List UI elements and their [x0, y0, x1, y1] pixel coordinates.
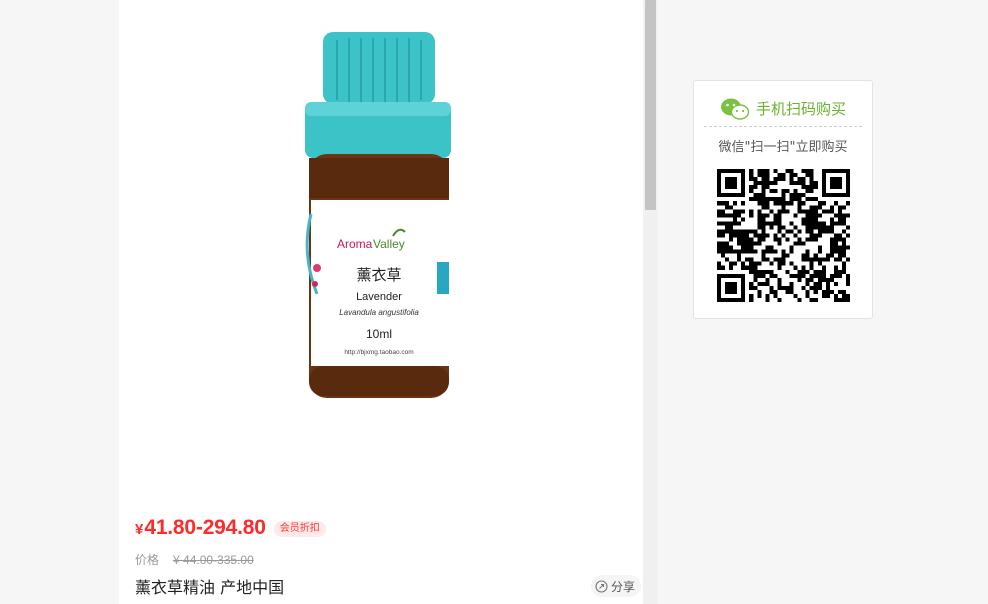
product-panel: Aroma Valley 薰衣草 Lavender Lavandula angu… — [119, 0, 643, 604]
wechat-icon — [720, 98, 750, 120]
member-discount-badge: 会员折扣 — [273, 521, 326, 537]
price-currency: ¥ — [135, 521, 144, 538]
original-price-label: 价格 — [135, 553, 160, 567]
product-image[interactable]: Aroma Valley 薰衣草 Lavender Lavandula angu… — [289, 28, 469, 408]
bottle-name-cn: 薰衣草 — [356, 266, 401, 284]
original-price-value: ¥ 44.00-335.00 — [173, 552, 254, 567]
scrollbar[interactable] — [643, 0, 658, 604]
share-label: 分享 — [611, 579, 636, 594]
scrollbar-thumb[interactable] — [645, 0, 656, 210]
price-value: 41.80-294.80 — [144, 516, 266, 539]
qr-code — [717, 169, 850, 302]
share-icon — [595, 579, 608, 593]
qr-header: 手机扫码购买 — [704, 91, 862, 127]
share-button[interactable]: 分享 — [591, 575, 642, 597]
qr-header-text: 手机扫码购买 — [755, 100, 846, 118]
bottle-url: http://bjxmg.taobao.com — [344, 349, 413, 356]
bottle-latin: Lavandula angustifolia — [339, 308, 419, 317]
bottle-brand: Valley — [373, 237, 405, 251]
original-price-row: 价格 ¥ 44.00-335.00 — [135, 551, 254, 568]
qr-subtitle: 微信"扫一扫"立即购买 — [718, 140, 848, 155]
price-row: ¥ 41.80-294.80 会员折扣 — [135, 516, 326, 540]
qr-card: 手机扫码购买 微信"扫一扫"立即购买 — [693, 80, 873, 319]
svg-text:Aroma: Aroma — [337, 237, 373, 251]
product-title: 薰衣草精油 产地中国 — [135, 578, 285, 597]
bottle-name-en: Lavender — [356, 291, 402, 303]
bottle-volume: 10ml — [366, 327, 392, 341]
